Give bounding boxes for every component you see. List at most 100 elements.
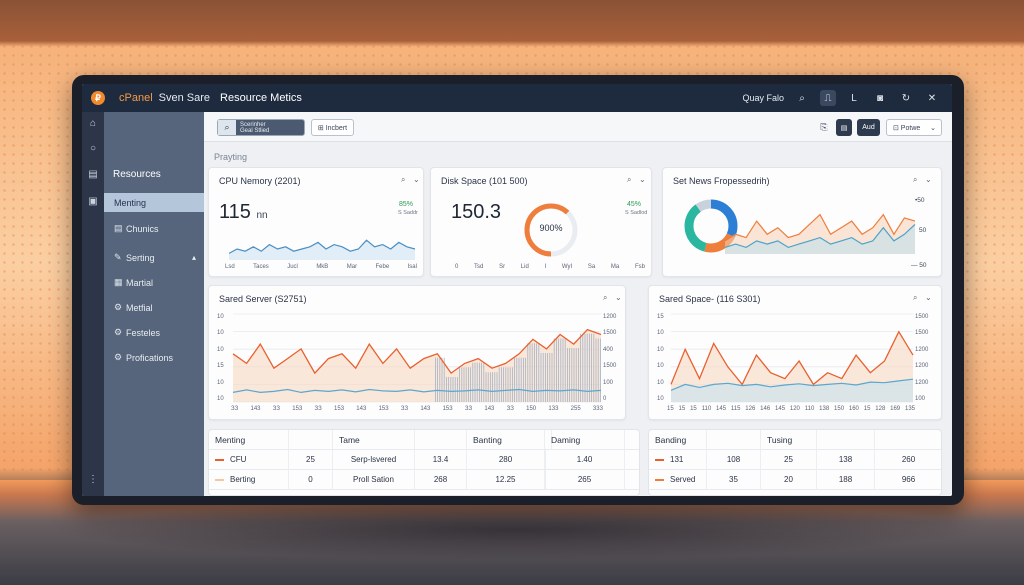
search-icon[interactable]: ⌕ xyxy=(913,175,917,185)
x-tick: ЗЗ xyxy=(506,406,514,412)
monitor-reflection xyxy=(60,500,970,560)
cpu-x-ticks: Lsd Taces Jucl MkB Mar Febe Isal xyxy=(225,264,417,270)
circle-icon[interactable]: ○ xyxy=(87,143,99,155)
y-tick: 10 xyxy=(217,395,224,402)
x-tick: 333 xyxy=(592,406,603,412)
table-header[interactable]: Tusing xyxy=(761,430,817,450)
sidebar-item-label: Chunics xyxy=(126,223,159,234)
sidebar-item-profications[interactable]: ⚙ Profications xyxy=(104,348,204,367)
table-cell xyxy=(625,470,639,490)
cpu-area xyxy=(229,240,415,260)
sidebar-item-festeles[interactable]: ⚙ Festeles xyxy=(104,323,204,342)
card-title: Sared Server (S2751) xyxy=(219,294,307,304)
y-tick: 1200 xyxy=(915,346,929,353)
list-view-icon[interactable]: ▤ xyxy=(836,119,852,136)
table-cell: 13.4 xyxy=(415,450,467,470)
search-icon[interactable]: ⌕ xyxy=(627,175,631,185)
chevron-down-icon[interactable]: ⌄ xyxy=(925,175,932,184)
x-tick: ЗЗ xyxy=(314,406,322,412)
sidebar-item-serting[interactable]: ✎ Serting ▴ xyxy=(104,248,204,267)
pin-icon[interactable]: L xyxy=(846,90,862,106)
more-icon[interactable]: ⋮ xyxy=(87,474,99,486)
table-header[interactable]: Daming xyxy=(545,430,625,450)
x-tick: Febe xyxy=(375,264,390,270)
insert-button[interactable]: ⊞ Incbert xyxy=(311,119,354,136)
series-swatch xyxy=(215,478,224,481)
table-header[interactable]: Tame xyxy=(333,430,415,450)
sidebar-item-martial[interactable]: ▦ Martial xyxy=(104,273,204,292)
x-tick: 110 xyxy=(804,406,815,412)
chevron-down-icon[interactable]: ⌄ xyxy=(639,175,646,184)
table-cell: 1.40 xyxy=(545,450,625,470)
cpu-delta-sub: S Saddr xyxy=(398,210,418,216)
server-x-ticks: ЗЗ 143 ЗЗ 153 ЗЗ 153 143 153 ЗЗ 143 153 ЗЗ 143 ЗЗ 150 1… xyxy=(231,406,603,412)
list-icon[interactable]: ▤ xyxy=(87,169,99,181)
x-tick: 120 xyxy=(789,406,800,412)
table-cell: 25 xyxy=(289,450,333,470)
table-header[interactable] xyxy=(415,430,467,450)
shared-server-chart xyxy=(232,313,602,403)
refresh-icon[interactable]: ↻ xyxy=(898,90,914,106)
card-title: CPU Nemory (2201) xyxy=(219,176,301,186)
x-tick: ЗЗ xyxy=(400,406,409,412)
table-cell: 12.25 xyxy=(467,470,545,490)
x-tick: 135 xyxy=(904,406,915,412)
site-name: Sven Sare xyxy=(158,92,211,104)
search-icon[interactable]: ⌕ xyxy=(401,175,405,185)
close-icon[interactable]: ✕ xyxy=(924,90,940,106)
x-tick: 153 xyxy=(334,406,345,412)
table-cell: Proll Sation xyxy=(333,470,415,490)
sidebar-item-menting[interactable]: Menting xyxy=(104,193,204,212)
search-icon[interactable]: ⌕ xyxy=(218,120,236,135)
table-header[interactable] xyxy=(875,430,941,450)
table-header[interactable]: Banding xyxy=(649,430,707,450)
brand-name[interactable]: cPanel xyxy=(119,92,153,104)
page-title: Resource Metics xyxy=(220,92,302,104)
y-tick: 100 xyxy=(603,379,614,386)
shared-space-card: Sared Space- (116 S301) ⌕ ⌄ 15 10 10 10 … xyxy=(648,285,942,420)
chevron-down-icon[interactable]: ⌄ xyxy=(925,293,932,302)
chevron-down-icon[interactable]: ⌄ xyxy=(413,175,420,184)
sidebar-item-chunics[interactable]: ▤ Chunics xyxy=(104,219,204,238)
disk-delta-sub: S Sadlod xyxy=(625,210,648,216)
x-tick: Jucl xyxy=(287,264,298,270)
table-grid: Menting Tame Banting Daming CFU 25 Serp-lsvere… xyxy=(209,430,639,490)
grid-icon[interactable]: ▣ xyxy=(87,196,99,208)
bookmark-icon[interactable]: ⎍ xyxy=(820,90,836,106)
table-header[interactable] xyxy=(817,430,875,450)
y-tick: 1500 xyxy=(603,330,617,337)
y-axis-right: 1500 1500 1200 1200 1200 100 xyxy=(915,314,928,402)
table-header[interactable] xyxy=(289,430,333,450)
gear-icon: ⚙ xyxy=(114,302,123,312)
cpu-sparkline xyxy=(228,239,416,260)
user-name[interactable]: Quay Falo xyxy=(742,93,784,103)
y-tick: 10 xyxy=(657,346,664,353)
disk-space-card: Disk Space (101 500) ⌕ ⌄ 150.3 900% 45% … xyxy=(430,167,652,277)
search-icon[interactable]: ⌕ xyxy=(603,293,607,303)
search-icon[interactable]: ⌕ xyxy=(913,293,917,303)
x-tick: Ma xyxy=(610,264,620,270)
search-line-2: Geal Stlied xyxy=(240,127,270,134)
y-tick: 10 xyxy=(217,314,224,320)
table-cell: 108 xyxy=(707,450,761,470)
search-icon[interactable]: ⌕ xyxy=(794,90,810,106)
x-tick: 143 xyxy=(356,406,367,412)
table-cell xyxy=(625,450,639,470)
copy-icon[interactable]: ⎘ xyxy=(817,120,831,134)
add-button[interactable]: Aud xyxy=(857,119,880,136)
table-cell: 25 xyxy=(761,450,817,470)
table-cell: 188 xyxy=(817,470,875,490)
x-tick: ЗЗ xyxy=(272,406,281,412)
home-icon[interactable]: ⌂ xyxy=(87,118,99,130)
chevron-down-icon[interactable]: ⌄ xyxy=(615,293,622,302)
search-box[interactable]: ⌕ Scerinher Geal Stlied xyxy=(217,119,305,136)
x-tick: 15 xyxy=(690,406,697,412)
camera-icon[interactable]: ◙ xyxy=(872,90,888,106)
sidebar-item-metfial[interactable]: ⚙ Metfial xyxy=(104,298,204,317)
table-header[interactable]: Banting xyxy=(467,430,545,450)
table-header[interactable] xyxy=(707,430,761,450)
view-select[interactable]: ⊡ Potwe ⌄ xyxy=(886,119,942,136)
table-header[interactable] xyxy=(625,430,639,450)
search-text: Scerinher Geal Stlied xyxy=(236,122,269,134)
table-header[interactable]: Menting xyxy=(209,430,289,450)
